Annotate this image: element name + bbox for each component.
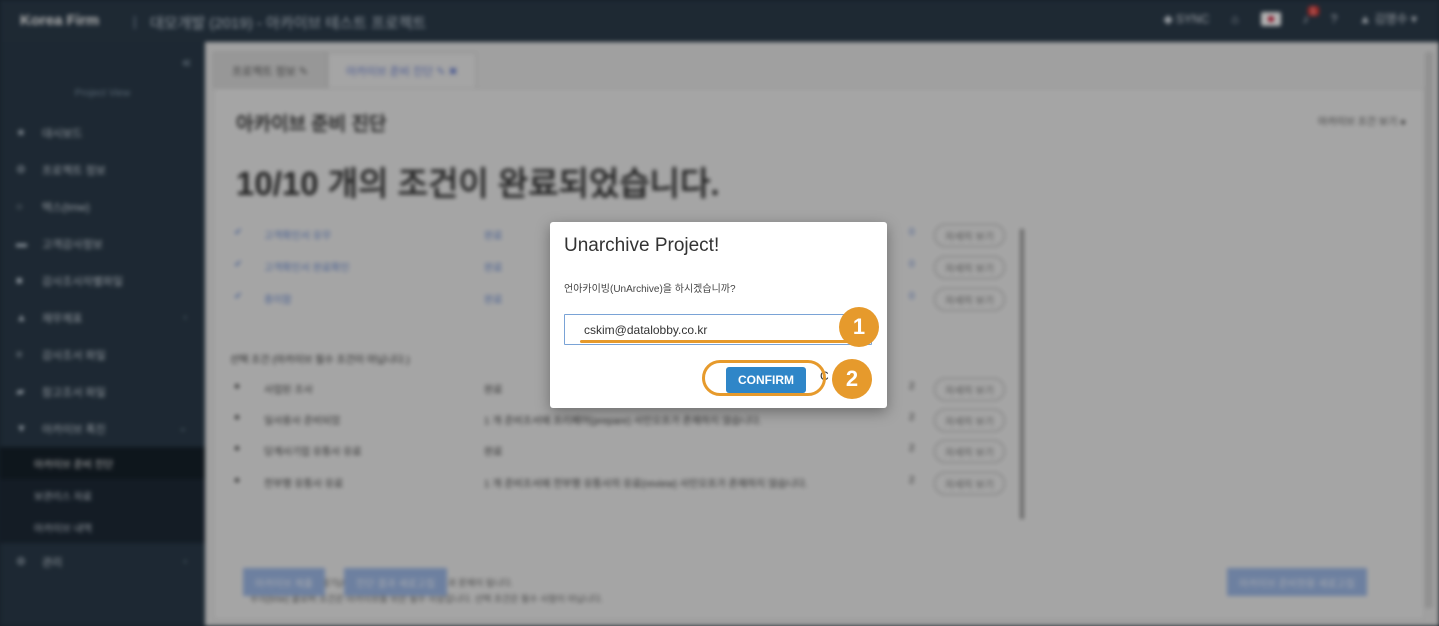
- dialog-title: Unarchive Project!: [564, 235, 720, 256]
- step-marker-1: 1: [839, 307, 879, 347]
- dialog-message: 언아카이빙(UnArchive)을 하시겠습니까?: [564, 284, 736, 295]
- step-marker-2: 2: [832, 359, 872, 399]
- input-highlight-underline: [580, 340, 870, 343]
- confirm-highlight-ring: [702, 360, 826, 396]
